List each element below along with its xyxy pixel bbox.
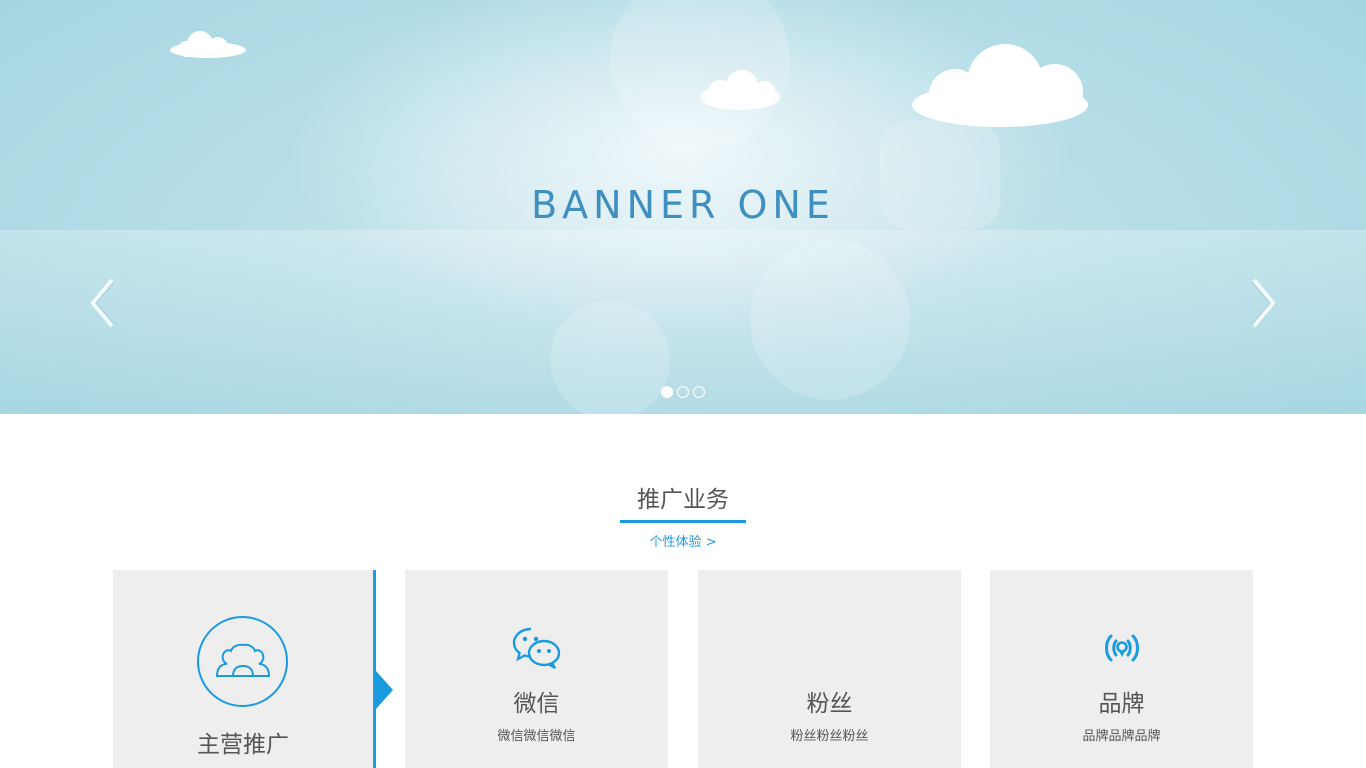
card-brand[interactable]: 品牌 品牌品牌品牌 (990, 570, 1253, 768)
broadcast-icon (1105, 634, 1139, 662)
banner-prev-button[interactable] (88, 276, 118, 330)
section-title: 推广业务 (637, 487, 729, 513)
users-group-icon (197, 616, 288, 707)
banner-next-button[interactable] (1248, 276, 1278, 330)
hero-banner: BANNER ONE (0, 0, 1366, 414)
cloud-large-right (912, 44, 1088, 127)
banner-dot-3[interactable] (693, 386, 705, 398)
card-description: 品牌品牌品牌 (1082, 729, 1161, 744)
card-title: 品牌 (1098, 691, 1145, 717)
card-title: 微信 (513, 691, 560, 717)
card-wechat[interactable]: 微信 微信微信微信 (405, 570, 668, 768)
banner-title: BANNER ONE (531, 183, 835, 227)
banner-dot-1[interactable] (661, 386, 673, 398)
card-description: 粉丝粉丝粉丝 (790, 729, 869, 744)
card-divider (373, 570, 376, 768)
banner-dot-2[interactable] (677, 386, 689, 398)
active-pointer-arrow (376, 671, 393, 709)
chevron-left-icon (90, 278, 115, 328)
card-main-promotion[interactable]: 主营推广 (113, 570, 393, 768)
fans-icon (805, 626, 855, 670)
section-more-link[interactable]: 个性体验 > (0, 531, 1366, 550)
banner-pagination (661, 386, 705, 398)
cloud-small-left (170, 31, 246, 58)
card-description: 微信微信微信 (497, 729, 576, 744)
wechat-icon (512, 627, 561, 670)
section-title-underline (620, 520, 746, 523)
chevron-right-icon (1251, 278, 1276, 328)
card-title: 主营推广 (197, 732, 289, 758)
card-fans[interactable]: 粉丝 粉丝粉丝粉丝 (698, 570, 961, 768)
card-title: 粉丝 (806, 691, 853, 717)
